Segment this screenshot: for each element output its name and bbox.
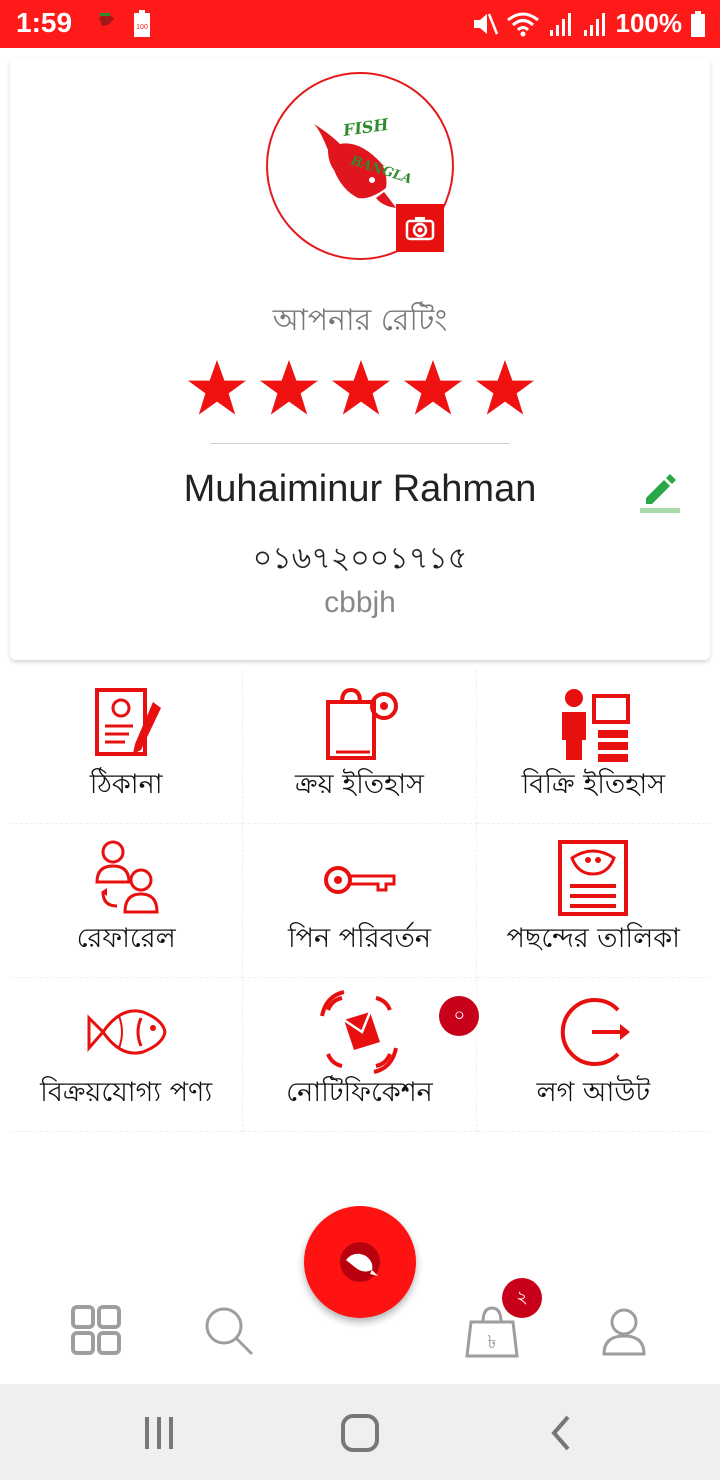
mute-icon bbox=[473, 13, 498, 34]
fish-fab-icon bbox=[340, 1242, 380, 1282]
profile-menu: ঠিকানা ক্রয় ইতিহাস বিক্রি ইতিহাস রেফারে… bbox=[10, 670, 710, 1132]
star-filled-icon bbox=[260, 360, 318, 415]
star-filled-icon bbox=[332, 360, 390, 415]
edit-pencil-icon bbox=[640, 474, 680, 513]
recent-apps-button[interactable] bbox=[134, 1408, 184, 1458]
svg-text:100: 100 bbox=[136, 24, 148, 31]
menu-label: বিক্রয়যোগ্য পণ্য bbox=[40, 1077, 213, 1108]
logo-text-fish: FISH bbox=[341, 115, 391, 140]
rating-stars bbox=[186, 358, 536, 428]
profile-icon bbox=[602, 1308, 646, 1356]
user-extra-info: cbbjh bbox=[324, 586, 396, 619]
menu-item-address[interactable]: ঠিকানা bbox=[10, 670, 244, 824]
sales-history-icon bbox=[562, 689, 631, 762]
rating-label: আপনার রেটিং bbox=[272, 303, 448, 338]
divider bbox=[210, 443, 510, 444]
search-icon bbox=[205, 1307, 254, 1356]
battery-saver-icon: 100 bbox=[134, 10, 150, 37]
home-system-button[interactable] bbox=[335, 1408, 385, 1458]
nav-home-button[interactable] bbox=[66, 1300, 126, 1360]
star-filled-icon bbox=[476, 360, 534, 415]
menu-label: লগ আউট bbox=[536, 1077, 651, 1108]
menu-item-sellable-products[interactable]: বিক্রয়যোগ্য পণ্য bbox=[10, 978, 244, 1132]
referral-icon bbox=[95, 840, 159, 914]
logout-icon bbox=[561, 998, 631, 1066]
status-bar: 1:59 100 100% bbox=[0, 0, 720, 48]
wifi-icon bbox=[506, 12, 539, 36]
svg-text:৳: ৳ bbox=[488, 1332, 497, 1353]
menu-label: পছন্দের তালিকা bbox=[506, 923, 680, 954]
bottom-nav: ৳ bbox=[0, 1290, 720, 1384]
menu-item-favorites[interactable]: পছন্দের তালিকা bbox=[476, 824, 710, 978]
star-filled-icon bbox=[188, 360, 246, 415]
status-time: 1:59 bbox=[16, 7, 73, 38]
menu-item-referral[interactable]: রেফারেল bbox=[10, 824, 244, 978]
menu-item-purchase-history[interactable]: ক্রয় ইতিহাস bbox=[243, 670, 477, 824]
user-name: Muhaiminur Rahman bbox=[183, 468, 537, 510]
back-button[interactable] bbox=[536, 1408, 586, 1458]
nav-profile-button[interactable] bbox=[594, 1300, 654, 1360]
home-icon bbox=[341, 1414, 379, 1452]
camera-icon bbox=[405, 217, 435, 241]
menu-label: ক্রয় ইতিহাস bbox=[295, 769, 424, 800]
favorites-icon bbox=[558, 840, 629, 916]
nav-search-button[interactable] bbox=[198, 1300, 258, 1360]
signal-icon bbox=[583, 12, 605, 36]
menu-item-sales-history[interactable]: বিক্রি ইতিহাস bbox=[476, 670, 710, 824]
notification-icon bbox=[320, 990, 399, 1074]
change-photo-button[interactable] bbox=[396, 204, 444, 252]
menu-label: নোটিফিকেশন bbox=[286, 1077, 433, 1108]
user-phone: ০১৬৭২০০১৭১৫ bbox=[252, 541, 468, 576]
recent-apps-icon bbox=[145, 1417, 173, 1449]
menu-item-change-pin[interactable]: পিন পরিবর্তন bbox=[243, 824, 477, 978]
menu-item-logout[interactable]: লগ আউট bbox=[476, 978, 710, 1132]
back-icon bbox=[551, 1415, 570, 1451]
purchase-history-icon bbox=[326, 687, 399, 760]
profile-card: FISH BANGLA আপনার রেটিং Muhaiminur Rahma… bbox=[10, 58, 710, 660]
star-filled-icon bbox=[404, 360, 462, 415]
menu-label: ঠিকানা bbox=[89, 769, 163, 800]
cart-badge: ২ bbox=[502, 1278, 542, 1318]
system-nav-bar bbox=[0, 1384, 720, 1480]
battery-icon bbox=[691, 10, 705, 37]
signal-icon bbox=[549, 12, 571, 36]
grid-icon bbox=[71, 1305, 121, 1355]
edit-profile-button[interactable] bbox=[636, 466, 684, 514]
menu-label: রেফারেল bbox=[76, 923, 176, 954]
fish-icon bbox=[87, 1009, 167, 1055]
battery-percent: 100% bbox=[615, 8, 683, 38]
menu-label: পিন পরিবর্তন bbox=[287, 923, 432, 954]
menu-item-notification[interactable]: ০ নোটিফিকেশন bbox=[243, 978, 480, 1132]
notification-badge: ০ bbox=[439, 996, 480, 1036]
fish-bangla-mini-icon bbox=[99, 13, 114, 26]
menu-label: বিক্রি ইতিহাস bbox=[521, 769, 666, 800]
address-icon bbox=[95, 688, 162, 756]
key-icon bbox=[324, 866, 396, 894]
